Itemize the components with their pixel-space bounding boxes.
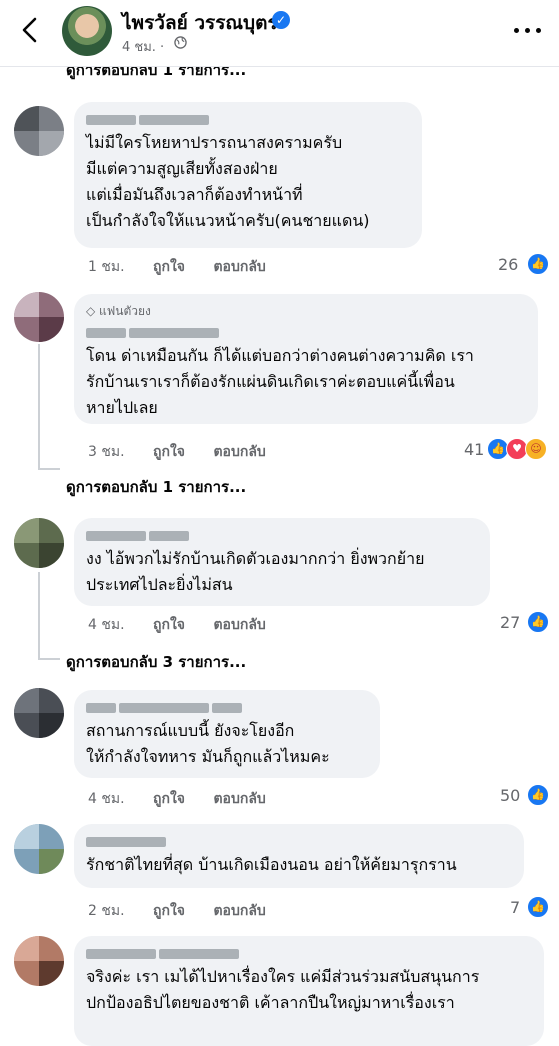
comment-bubble: งง ไอ้พวกไม่รักบ้านเกิดตัวเองมากกว่า ยิ่… <box>74 518 490 606</box>
thread-line <box>38 344 40 470</box>
comment-bubble: ◇ แฟนตัวยง โดน ด่าเหมือนกัน ก็ได้แต่บอกว… <box>74 294 538 424</box>
commenter-avatar[interactable] <box>14 688 64 738</box>
care-reaction-icon: ☺ <box>525 438 547 460</box>
comment-time: 3 ชม. <box>88 444 125 460</box>
comment-bubble: รักชาติไทยที่สุด บ้านเกิดเมืองนอน อย่าให… <box>74 824 524 888</box>
top-fan-badge: ◇ แฟนตัวยง <box>86 304 151 318</box>
reaction-count: 41 <box>464 440 485 459</box>
view-replies-link[interactable]: ดูการตอบกลับ 1 รายการ... <box>66 475 246 499</box>
commenter-avatar[interactable] <box>14 518 64 568</box>
comment-text-line: หายไปเลย <box>86 398 158 417</box>
thread-line <box>38 572 40 660</box>
commenter-avatar[interactable] <box>14 936 64 986</box>
commenter-name-blurred <box>86 526 478 541</box>
thread-line <box>38 468 60 470</box>
thread-line <box>38 658 60 660</box>
commenter-name-blurred <box>86 698 368 713</box>
comment-text-line: มีแต่ความสูญเสียทั้งสองฝ่าย <box>86 159 278 178</box>
comment-text-line: จริงค่ะ เรา เมได้ไปหาเรื่องใคร แค่มีส่วน… <box>86 967 480 986</box>
comment-text-line: ให้กำลังใจทหาร มันก็ถูกแล้วไหมคะ <box>86 747 330 766</box>
reply-action[interactable]: ตอบกลับ <box>213 259 265 275</box>
comment-text-line: งง ไอ้พวกไม่รักบ้านเกิดตัวเองมากกว่า ยิ่… <box>86 549 425 568</box>
verified-badge-icon: ✓ <box>272 11 290 29</box>
comment-text-line: ไม่มีใครโหยหาปรารถนาสงครามครับ <box>86 133 343 152</box>
more-options-icon[interactable] <box>512 18 544 42</box>
comment-time: 1 ชม. <box>88 259 125 275</box>
reply-action[interactable]: ตอบกลับ <box>213 444 265 460</box>
comment-text-line: โดน ด่าเหมือนกัน ก็ได้แต่บอกว่าต่างคนต่า… <box>86 346 474 365</box>
comment-bubble: ไม่มีใครโหยหาปรารถนาสงครามครับ มีแต่ความ… <box>74 102 422 248</box>
comment-time: 4 ชม. <box>88 617 125 633</box>
comment-bubble: สถานการณ์แบบนี้ ยังจะโยงอีก ให้กำลังใจทห… <box>74 690 380 778</box>
commenter-name-blurred <box>86 323 526 338</box>
comment-text-line: ปกป้องอธิปไตยของชาติ เค้าลากปืนใหญ่มาหาเ… <box>86 993 455 1012</box>
back-arrow-icon[interactable] <box>18 16 42 44</box>
like-action[interactable]: ถูกใจ <box>153 791 185 807</box>
comment-text-line: สถานการณ์แบบนี้ ยังจะโยงอีก <box>86 721 295 740</box>
comment-text-line: รักชาติไทยที่สุด บ้านเกิดเมืองนอน อย่าให… <box>86 855 457 874</box>
comment-text-line: เป็นกำลังใจให้แนวหน้าครับ(คนชายแดน) <box>86 211 370 230</box>
commenter-avatar[interactable] <box>14 106 64 156</box>
like-action[interactable]: ถูกใจ <box>153 259 185 275</box>
post-time: 4 ชม. · <box>122 40 165 55</box>
diamond-icon: ◇ <box>86 304 100 318</box>
commenter-avatar[interactable] <box>14 292 64 342</box>
globe-icon <box>174 36 187 49</box>
like-reaction-icon: 👍 <box>527 784 549 806</box>
comment-time: 2 ชม. <box>88 903 125 919</box>
commenter-avatar[interactable] <box>14 824 64 874</box>
like-reaction-icon: 👍 <box>527 253 549 275</box>
reply-action[interactable]: ตอบกลับ <box>213 617 265 633</box>
like-action[interactable]: ถูกใจ <box>153 903 185 919</box>
author-avatar[interactable] <box>62 6 112 56</box>
comment-text-line: แต่เมื่อมันถึงเวลาก็ต้องทำหน้าที่ <box>86 185 303 204</box>
reply-action[interactable]: ตอบกลับ <box>213 791 265 807</box>
reaction-count: 27 <box>500 613 521 632</box>
author-name[interactable]: ไพรวัลย์ วรรณบุตร <box>122 8 278 38</box>
comment-bubble: จริงค่ะ เรา เมได้ไปหาเรื่องใคร แค่มีส่วน… <box>74 936 544 1046</box>
view-replies-link[interactable]: ดูการตอบกลับ 3 รายการ... <box>66 650 246 674</box>
commenter-name-blurred <box>86 944 532 959</box>
commenter-name-blurred <box>86 110 410 125</box>
comment-text-line: ประเทศไปละยิ่งไม่สน <box>86 575 233 594</box>
commenter-name-blurred <box>86 832 512 847</box>
reaction-count: 7 <box>510 898 521 917</box>
comment-time: 4 ชม. <box>88 791 125 807</box>
comment-text-line: รักบ้านเราเราก็ต้องรักแผ่นดินเกิดเราค่ะต… <box>86 372 455 391</box>
like-action[interactable]: ถูกใจ <box>153 617 185 633</box>
reaction-count: 26 <box>498 255 519 274</box>
post-header: ไพรวัลย์ วรรณบุตร ✓ 4 ชม. · <box>0 0 559 67</box>
reply-action[interactable]: ตอบกลับ <box>213 903 265 919</box>
like-action[interactable]: ถูกใจ <box>153 444 185 460</box>
reaction-count: 50 <box>500 786 521 805</box>
like-reaction-icon: 👍 <box>527 896 549 918</box>
like-reaction-icon: 👍 <box>527 611 549 633</box>
